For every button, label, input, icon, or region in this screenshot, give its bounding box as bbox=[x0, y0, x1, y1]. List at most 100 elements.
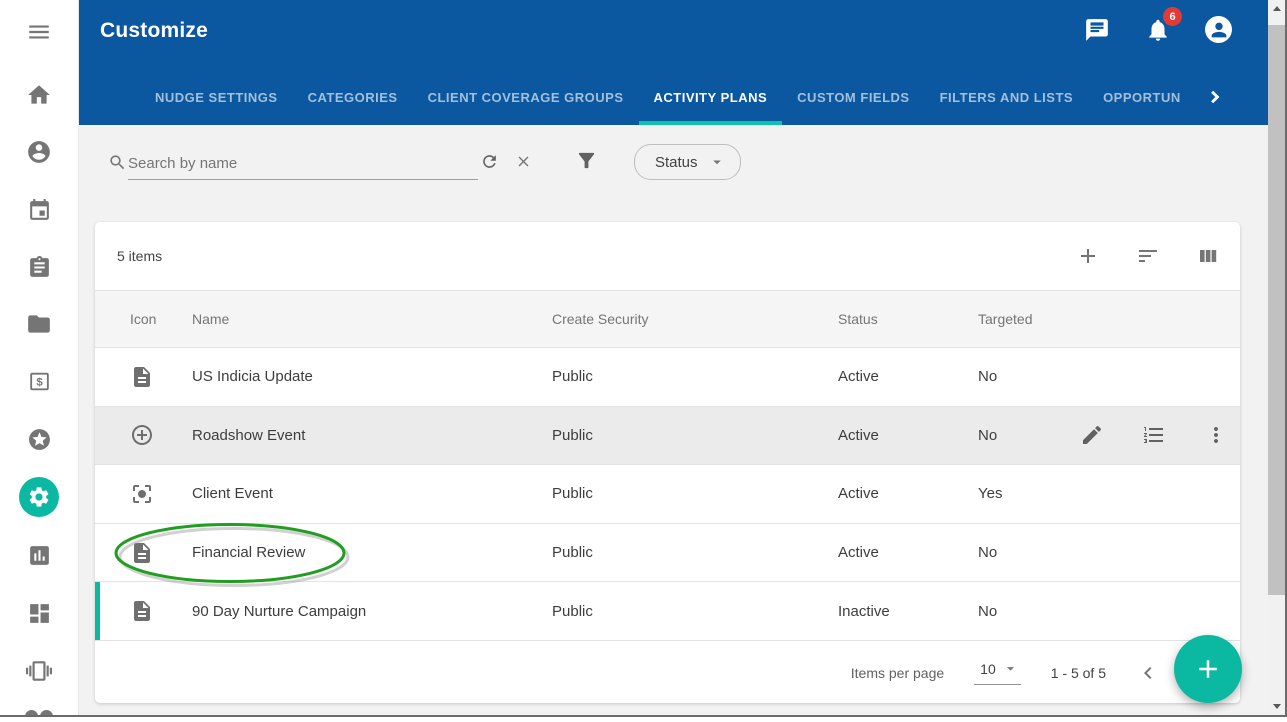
chevron-down-icon bbox=[708, 153, 726, 171]
sidebar-item-dashboard[interactable] bbox=[17, 591, 61, 635]
tab-nudge-settings[interactable]: NUDGE SETTINGS bbox=[140, 70, 293, 125]
refresh-icon bbox=[480, 152, 499, 171]
clear-search-button[interactable] bbox=[515, 153, 532, 170]
columns-button[interactable] bbox=[1196, 244, 1220, 268]
items-per-page-value: 10 bbox=[980, 661, 996, 677]
sidebar-item-billing[interactable]: $ bbox=[17, 359, 61, 403]
more-options-button[interactable] bbox=[1204, 423, 1228, 447]
sidebar-item-tasks[interactable] bbox=[17, 245, 61, 289]
tab-custom-fields[interactable]: CUSTOM FIELDS bbox=[782, 70, 924, 125]
kebab-menu-icon bbox=[1204, 423, 1228, 447]
add-activity-plan-fab[interactable] bbox=[1174, 635, 1242, 703]
column-header-targeted: Targeted bbox=[978, 311, 1080, 327]
svg-text:$: $ bbox=[36, 376, 43, 388]
row-status: Active bbox=[838, 427, 978, 444]
clipboard-tasks-icon bbox=[27, 255, 52, 280]
plus-icon bbox=[1076, 244, 1100, 268]
tab-client-coverage-groups[interactable]: CLIENT COVERAGE GROUPS bbox=[413, 70, 639, 125]
table-row[interactable]: 90 Day Nurture Campaign Public Inactive … bbox=[95, 582, 1240, 641]
tab-activity-plans[interactable]: ACTIVITY PLANS bbox=[639, 70, 783, 125]
sidebar-item-files[interactable] bbox=[17, 302, 61, 346]
row-create-security: Public bbox=[552, 368, 838, 385]
sidebar-item-analytics[interactable] bbox=[17, 533, 61, 577]
previous-page-button[interactable] bbox=[1136, 661, 1160, 685]
table-row[interactable]: Roadshow Event Public Active No bbox=[95, 407, 1240, 466]
tab-filters-and-lists[interactable]: FILTERS AND LISTS bbox=[925, 70, 1088, 125]
search-input[interactable] bbox=[128, 147, 478, 180]
row-name: 90 Day Nurture Campaign bbox=[192, 603, 552, 620]
items-per-page-select[interactable]: 10 bbox=[974, 660, 1021, 685]
status-chip-label: Status bbox=[655, 154, 698, 171]
sort-button[interactable] bbox=[1136, 244, 1160, 268]
row-name: Financial Review bbox=[192, 544, 552, 561]
close-icon bbox=[515, 153, 532, 170]
tab-bar: NUDGE SETTINGS CATEGORIES CLIENT COVERAG… bbox=[78, 70, 1285, 125]
tabs-scroll-right-button[interactable] bbox=[1204, 86, 1226, 108]
add-item-button[interactable] bbox=[1076, 244, 1100, 268]
scroll-down-button[interactable] bbox=[1268, 698, 1285, 715]
sidebar-item-home[interactable] bbox=[17, 73, 61, 117]
row-targeted: No bbox=[978, 427, 1080, 444]
row-create-security: Public bbox=[552, 603, 838, 620]
sidebar-item-mobile[interactable] bbox=[17, 649, 61, 693]
hamburger-menu-button[interactable] bbox=[17, 10, 61, 54]
home-icon bbox=[26, 82, 52, 108]
bar-chart-icon bbox=[27, 543, 52, 568]
tab-categories[interactable]: CATEGORIES bbox=[293, 70, 413, 125]
row-create-security: Public bbox=[552, 544, 838, 561]
table-row[interactable]: Client Event Public Active Yes bbox=[95, 465, 1240, 524]
table-row[interactable]: US Indicia Update Public Active No bbox=[95, 348, 1240, 407]
vibration-icon bbox=[26, 658, 52, 684]
document-icon bbox=[130, 365, 192, 389]
dashboard-icon bbox=[27, 601, 52, 626]
scrollbar-thumb[interactable] bbox=[1268, 25, 1285, 595]
window-border bbox=[0, 715, 1287, 717]
sort-icon bbox=[1136, 244, 1160, 268]
table-row[interactable]: Financial Review Public Active No bbox=[95, 524, 1240, 583]
triangle-down-icon bbox=[1273, 704, 1281, 709]
left-sidebar: $ bbox=[0, 0, 79, 715]
row-actions bbox=[1080, 423, 1228, 447]
folder-icon bbox=[26, 311, 52, 337]
vertical-scrollbar[interactable] bbox=[1268, 0, 1285, 715]
edit-button[interactable] bbox=[1080, 423, 1104, 447]
column-header-create-security: Create Security bbox=[552, 311, 838, 327]
chat-button[interactable] bbox=[1083, 16, 1110, 43]
toolbar-icons bbox=[1076, 244, 1220, 268]
sidebar-item-calendar[interactable] bbox=[17, 188, 61, 232]
row-targeted: No bbox=[978, 603, 1080, 620]
notification-badge: 6 bbox=[1163, 7, 1182, 26]
settings-active-indicator bbox=[19, 477, 59, 517]
sidebar-item-settings[interactable] bbox=[17, 475, 61, 519]
steps-list-button[interactable] bbox=[1142, 423, 1166, 447]
app-window: $ Customize bbox=[0, 0, 1287, 722]
pencil-icon bbox=[1080, 423, 1104, 447]
row-targeted: Yes bbox=[978, 485, 1080, 502]
plus-icon bbox=[1193, 654, 1223, 684]
tab-opportunities-truncated[interactable]: OPPORTUN bbox=[1088, 70, 1196, 125]
account-button[interactable] bbox=[1205, 16, 1232, 43]
filter-button[interactable] bbox=[575, 149, 598, 172]
sidebar-item-favorites[interactable] bbox=[17, 417, 61, 461]
center-focus-icon bbox=[130, 482, 192, 506]
person-icon bbox=[1208, 19, 1230, 41]
app-header: Customize 6 NUDGE SETTINGS CATEGORIES CL… bbox=[78, 0, 1268, 125]
settings-gear-icon bbox=[27, 485, 51, 509]
card-toolbar: 5 items bbox=[95, 222, 1240, 290]
sidebar-item-contacts[interactable] bbox=[17, 130, 61, 174]
row-status: Active bbox=[838, 544, 978, 561]
row-status: Active bbox=[838, 485, 978, 502]
scroll-up-button[interactable] bbox=[1268, 0, 1285, 17]
column-header-name: Name bbox=[192, 311, 552, 327]
list-numbered-icon bbox=[1142, 423, 1166, 447]
row-status: Active bbox=[838, 368, 978, 385]
status-filter-chip[interactable]: Status bbox=[634, 144, 741, 180]
row-name: US Indicia Update bbox=[192, 368, 552, 385]
column-header-icon: Icon bbox=[130, 311, 192, 327]
row-create-security: Public bbox=[552, 485, 838, 502]
items-count: 5 items bbox=[117, 248, 162, 264]
notifications-button[interactable]: 6 bbox=[1144, 16, 1171, 43]
avatar bbox=[1205, 16, 1232, 43]
refresh-button[interactable] bbox=[480, 152, 499, 171]
column-header-status: Status bbox=[838, 311, 978, 327]
